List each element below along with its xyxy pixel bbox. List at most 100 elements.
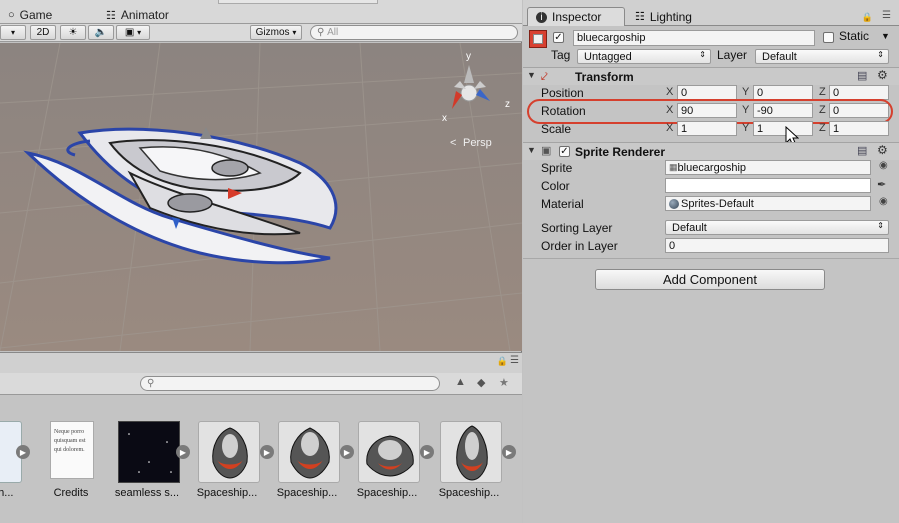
gizmos-label: Gizmos — [255, 27, 290, 38]
sprite-row: Sprite ▦ bluecargoship ◉ — [523, 160, 899, 178]
effects-dropdown[interactable]: ▣ ▾ — [116, 25, 150, 40]
panel-menu-icon[interactable]: ☰ — [882, 10, 891, 21]
dropdown-arrows-icon: ⇕ — [877, 221, 884, 230]
draw-mode-dropdown[interactable]: ▾ — [0, 25, 26, 40]
object-name-input[interactable]: bluecargoship — [573, 30, 815, 46]
axis-z-label: Z — [819, 86, 826, 98]
tab-animator-label: Animator — [120, 8, 169, 22]
animator-grid-icon: ☷ — [106, 9, 116, 22]
left-tab-bar: ○ Game ☷ Animator — [0, 0, 522, 24]
sorting-layer-dropdown[interactable]: Default ⇕ — [665, 220, 889, 235]
asset-item[interactable]: ▶ Spaceship... — [277, 421, 354, 511]
material-object-field[interactable]: Sprites-Default — [665, 196, 871, 211]
asset-label: Spaceship... — [356, 487, 418, 499]
sprite-object-field[interactable]: ▦ bluecargoship — [665, 160, 871, 175]
axis-x-label: X — [666, 122, 674, 134]
material-row: Material Sprites-Default ◉ — [523, 196, 899, 214]
color-label: Color — [541, 179, 570, 193]
play-icon[interactable]: ▶ — [340, 445, 354, 459]
spaceship-icon — [456, 425, 488, 481]
asset-item[interactable]: ▶ Spaceship... — [357, 421, 434, 511]
order-in-layer-label: Order in Layer — [541, 239, 618, 253]
spaceship-icon — [290, 427, 330, 479]
spaceship-icon — [366, 435, 414, 477]
sprite-renderer-header[interactable]: ▼ ▣ ✓ Sprite Renderer ▤ ⚙ — [523, 142, 899, 160]
play-icon[interactable]: ▶ — [176, 445, 190, 459]
starfield-thumbnail — [118, 421, 180, 483]
asset-label: Spaceship... — [276, 487, 338, 499]
filter-type-icon[interactable]: ▲ — [455, 376, 466, 388]
play-icon[interactable]: ▶ — [502, 445, 516, 459]
tab-animator[interactable]: ☷ Animator — [106, 6, 169, 24]
add-component-button[interactable]: Add Component — [595, 269, 825, 290]
scene-canvas[interactable]: y x z < Persp — [0, 43, 522, 351]
position-y-field[interactable]: 0 — [753, 85, 813, 100]
lock-icon[interactable]: 🔒 — [862, 12, 873, 23]
mode-2d-button[interactable]: 2D — [30, 25, 56, 40]
tag-value: Untagged — [584, 50, 632, 63]
scale-z-field[interactable]: 1 — [829, 121, 889, 136]
scene-search-input[interactable]: ⚲ All — [310, 25, 518, 40]
help-book-icon[interactable]: ▤ — [857, 144, 867, 157]
play-icon[interactable]: ▶ — [420, 445, 434, 459]
asset-label: Spaceship... — [196, 487, 258, 499]
audio-button[interactable]: 🔈 — [88, 25, 114, 40]
material-sphere-icon — [669, 198, 679, 209]
sprite-value: bluecargoship — [677, 161, 747, 174]
credits-document-thumbnail: Neque porro quisquam est qui dolorem. — [50, 421, 94, 479]
position-z-field[interactable]: 0 — [829, 85, 889, 100]
layer-dropdown[interactable]: Default ⇕ — [755, 49, 889, 64]
static-checkbox[interactable] — [823, 32, 834, 43]
object-picker-icon[interactable]: ◉ — [879, 196, 888, 207]
project-search-input[interactable]: ⚲ — [140, 376, 440, 391]
static-label: Static — [839, 29, 870, 43]
asset-item[interactable]: ▶ Spaceship... — [197, 421, 274, 511]
help-book-icon[interactable]: ▤ — [857, 69, 867, 82]
tab-inspector[interactable]: i Inspector — [527, 7, 625, 26]
asset-label: Credits — [53, 487, 89, 499]
spaceship-thumbnail — [198, 421, 260, 483]
asset-item[interactable]: Neque porro quisquam est qui dolorem. Cr… — [48, 421, 118, 511]
play-icon[interactable]: ▶ — [260, 445, 274, 459]
gear-icon[interactable]: ⚙ — [877, 68, 888, 82]
dropdown-arrows-icon: ⇕ — [877, 50, 884, 59]
panel-menu-icon[interactable]: ☰ — [510, 355, 519, 366]
scale-x-field[interactable]: 1 — [677, 121, 737, 136]
play-icon[interactable]: ▶ — [16, 445, 30, 459]
tag-dropdown[interactable]: Untagged ⇕ — [577, 49, 711, 64]
game-controller-icon: ○ — [8, 9, 15, 21]
position-x-field[interactable]: 0 — [677, 85, 737, 100]
scale-y-field[interactable]: 1 — [753, 121, 813, 136]
gizmos-dropdown[interactable]: Gizmos ▾ — [250, 25, 302, 40]
foldout-arrow-icon[interactable]: ▼ — [527, 70, 536, 80]
projection-label[interactable]: Persp — [463, 137, 492, 149]
active-checkbox[interactable]: ✓ — [553, 32, 564, 43]
window-drag-handle[interactable] — [218, 0, 378, 4]
layer-value: Default — [762, 50, 797, 63]
image-icon: ▣ — [124, 27, 135, 38]
tab-lighting[interactable]: ☷ Lighting — [627, 7, 700, 26]
eyedropper-icon[interactable]: ✒ — [877, 178, 886, 191]
scene-lighting-button[interactable]: ☀ — [60, 25, 86, 40]
asset-item[interactable]: ▶ seamless s... — [115, 421, 190, 511]
object-picker-icon[interactable]: ◉ — [879, 160, 888, 171]
inspector-tab-bar: i Inspector ☷ Lighting 🔒 ☰ — [523, 0, 899, 26]
asset-item[interactable]: ▶ osh... — [0, 421, 30, 511]
color-swatch-field[interactable] — [665, 178, 871, 193]
filter-label-icon[interactable]: ◆ — [477, 376, 485, 389]
favorite-star-icon[interactable]: ★ — [499, 376, 509, 389]
tab-inspector-label: Inspector — [552, 10, 602, 24]
gear-icon[interactable]: ⚙ — [877, 143, 888, 157]
order-in-layer-field[interactable]: 0 — [665, 238, 889, 253]
scene-viewport[interactable]: y x z < Persp — [0, 43, 522, 351]
sprite-renderer-title: Sprite Renderer — [575, 145, 666, 159]
search-icon: ⚲ — [147, 378, 155, 389]
tab-game[interactable]: ○ Game — [8, 6, 52, 24]
sprite-renderer-enabled-checkbox[interactable]: ✓ — [559, 146, 570, 157]
lock-icon[interactable]: 🔒 — [497, 356, 508, 367]
asset-item[interactable]: ▶ Spaceship... — [439, 421, 516, 511]
transform-header[interactable]: ▼ ⤦ Transform ▤ ⚙ — [523, 67, 899, 85]
chevron-down-icon[interactable]: ▼ — [881, 31, 890, 41]
tab-game-label: Game — [19, 8, 53, 22]
foldout-arrow-icon[interactable]: ▼ — [527, 145, 536, 155]
